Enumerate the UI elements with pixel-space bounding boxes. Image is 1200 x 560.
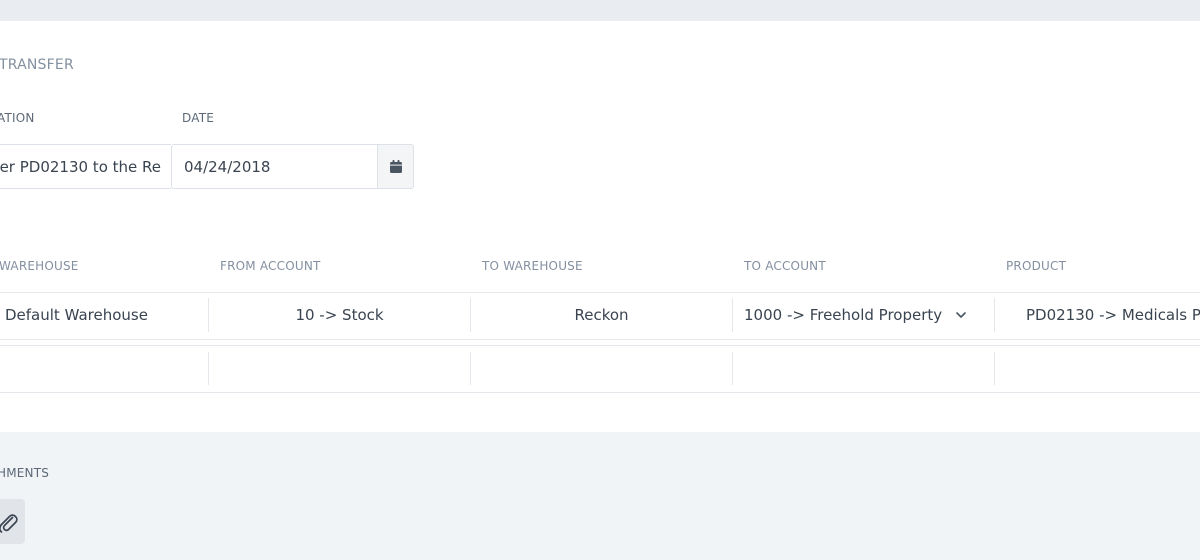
from-account-cell[interactable]: 10 -> Stock — [209, 298, 470, 332]
date-value: 04/24/2018 — [184, 158, 271, 176]
column-header-warehouse: WAREHOUSE — [0, 259, 79, 273]
date-picker-button[interactable] — [377, 144, 414, 189]
column-header-from-account: FROM ACCOUNT — [220, 259, 321, 273]
attach-file-button[interactable] — [0, 499, 25, 544]
calendar-icon — [389, 160, 402, 173]
row-divider — [0, 392, 1200, 393]
column-header-to-account: TO ACCOUNT — [744, 259, 826, 273]
date-label: DATE — [182, 111, 215, 125]
transfer-card — [0, 21, 1200, 432]
to-warehouse-cell[interactable]: Reckon — [471, 298, 732, 332]
description-label: ATION — [0, 111, 35, 125]
from-warehouse-cell[interactable]: Default Warehouse — [5, 298, 148, 332]
column-divider — [470, 352, 471, 385]
attachments-panel — [0, 432, 1200, 560]
section-title: TRANSFER — [0, 57, 74, 73]
top-bar — [0, 0, 1200, 21]
to-account-value: 1000 -> Freehold Property — [744, 306, 943, 324]
date-input[interactable]: 04/24/2018 — [171, 144, 378, 189]
column-divider — [732, 352, 733, 385]
description-value: er PD02130 to the Re — [0, 158, 161, 176]
column-header-to-warehouse: TO WAREHOUSE — [482, 259, 583, 273]
column-divider — [994, 298, 995, 332]
to-account-select[interactable]: 1000 -> Freehold Property — [744, 298, 966, 332]
row-divider — [0, 345, 1200, 346]
row-divider — [0, 292, 1200, 293]
column-header-product: PRODUCT — [1006, 259, 1067, 273]
column-divider — [732, 298, 733, 332]
attachments-label: HMENTS — [0, 466, 50, 480]
paperclip-icon — [0, 513, 18, 533]
column-divider — [208, 352, 209, 385]
row-divider — [0, 339, 1200, 340]
column-divider — [994, 352, 995, 385]
description-input[interactable]: er PD02130 to the Re — [0, 144, 171, 189]
product-cell[interactable]: PD02130 -> Medicals P — [1026, 298, 1200, 332]
chevron-down-icon — [956, 312, 966, 318]
